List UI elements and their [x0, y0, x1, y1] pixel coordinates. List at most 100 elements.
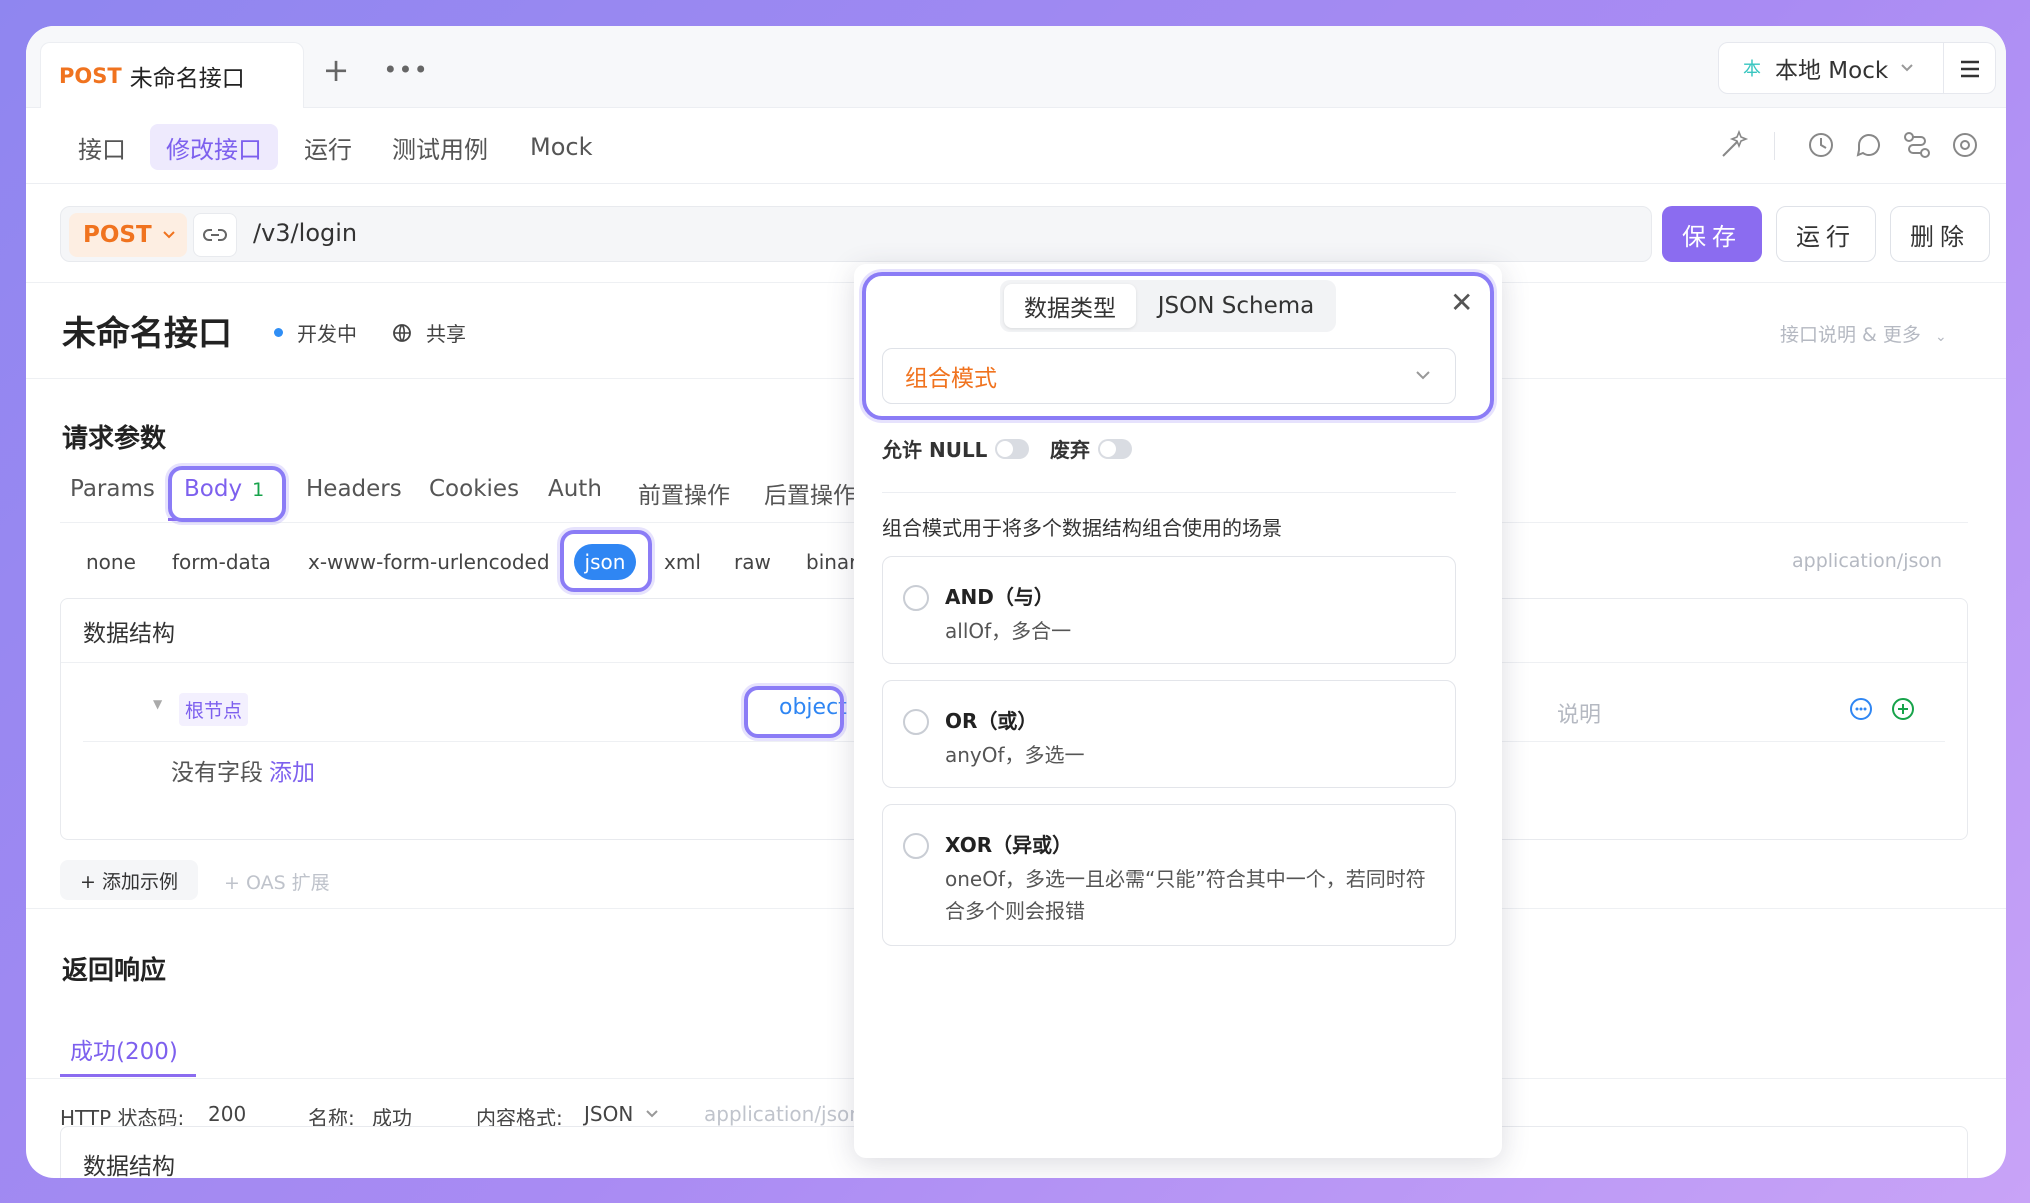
- deprecated-toggle[interactable]: 废弃: [1050, 434, 1132, 463]
- ctype-form-data[interactable]: form-data: [172, 550, 271, 574]
- api-more-link[interactable]: 接口说明 & 更多 ⌄: [1780, 320, 1947, 347]
- link-icon: [203, 229, 227, 241]
- root-node-label[interactable]: 根节点: [179, 693, 249, 726]
- tab-success-200[interactable]: 成功(200): [70, 1032, 178, 1066]
- no-field-text: 没有字段: [171, 760, 263, 786]
- chevron-down-icon: [646, 1110, 659, 1118]
- tab-post-ops[interactable]: 后置操作: [764, 476, 856, 510]
- tab-title: 未命名接口: [129, 65, 245, 92]
- settings-icon[interactable]: [1948, 128, 1982, 162]
- content-type-hint: application/json: [1792, 550, 1943, 572]
- http-status-value[interactable]: 200: [208, 1102, 246, 1126]
- highlight-body-tab: [168, 466, 286, 522]
- menu-button[interactable]: [1944, 42, 1996, 94]
- divider: [882, 492, 1456, 493]
- env-prefix: 本: [1743, 59, 1761, 80]
- plus-icon[interactable]: +: [314, 48, 358, 92]
- add-circle-icon[interactable]: [1891, 697, 1915, 721]
- globe-icon: [393, 323, 411, 342]
- share-label: 共享: [426, 322, 466, 346]
- tab-pre-ops[interactable]: 前置操作: [638, 476, 730, 510]
- ctype-xml[interactable]: xml: [664, 550, 701, 574]
- double-chevron-down-icon: ⌄: [1934, 329, 1947, 345]
- menu-icon: [1961, 60, 1979, 78]
- format-select[interactable]: JSON: [584, 1102, 659, 1126]
- tab-bar: POST 未命名接口 + ••• 本 本地 Mock: [26, 26, 2006, 108]
- tab-headers[interactable]: Headers: [306, 476, 402, 502]
- ctype-none[interactable]: none: [86, 550, 136, 574]
- oas-extension-button[interactable]: + OAS 扩展: [224, 868, 330, 895]
- api-title[interactable]: 未命名接口: [62, 306, 232, 355]
- sub-nav: 接口 修改接口 运行 测试用例 Mock: [26, 108, 2006, 184]
- ctype-raw[interactable]: raw: [734, 550, 771, 574]
- option-xor[interactable]: XOR（异或） oneOf，多选一且必需“只能”符合其中一个，若同时符合多个则会…: [882, 804, 1456, 946]
- add-example-button[interactable]: + 添加示例: [60, 860, 198, 900]
- highlight-object: [744, 686, 844, 738]
- toggle-switch[interactable]: [995, 438, 1030, 459]
- share-flow-icon[interactable]: [1900, 128, 1934, 162]
- option-and-title: AND（与）: [945, 585, 1054, 609]
- app-window: POST 未命名接口 + ••• 本 本地 Mock 接口 修改接口 运行 测试…: [26, 26, 2006, 1178]
- option-and-sub: allOf，多合一: [945, 619, 1072, 643]
- more-options-icon[interactable]: [1849, 697, 1873, 721]
- response-title: 返回响应: [62, 956, 167, 986]
- radio-and[interactable]: [903, 585, 929, 611]
- option-or-title: OR（或）: [945, 709, 1038, 733]
- option-xor-sub: oneOf，多选一且必需“只能”符合其中一个，若同时符合多个则会报错: [945, 867, 1426, 923]
- empty-fields: 没有字段 添加: [171, 753, 315, 787]
- delete-button[interactable]: 删除: [1890, 206, 1990, 262]
- chevron-down-icon: [1901, 64, 1913, 72]
- toggle-switch[interactable]: [1098, 438, 1132, 459]
- magic-wand-icon[interactable]: [1716, 128, 1750, 162]
- response-ds-title: 数据结构: [83, 1154, 175, 1178]
- share-button[interactable]: 共享: [392, 318, 466, 347]
- env-selector[interactable]: 本 本地 Mock: [1718, 42, 1944, 94]
- format-hint: application/json: [704, 1102, 862, 1126]
- tab-cookies[interactable]: Cookies: [429, 476, 519, 502]
- subnav-edit-api[interactable]: 修改接口: [150, 124, 278, 170]
- caret-down-icon[interactable]: ▼: [153, 697, 162, 711]
- description-field[interactable]: 说明: [1557, 697, 1601, 729]
- status-label: 开发中: [297, 322, 357, 346]
- url-bar: POST /v3/login: [60, 206, 1652, 262]
- url-path-input[interactable]: /v3/login: [253, 219, 357, 247]
- api-more-label: 接口说明 & 更多: [1780, 324, 1921, 346]
- ctype-urlencoded[interactable]: x-www-form-urlencoded: [308, 550, 550, 574]
- tab-auth[interactable]: Auth: [548, 476, 602, 502]
- highlight-json: [560, 530, 652, 592]
- deprecated-label: 废弃: [1050, 438, 1090, 462]
- add-field-link[interactable]: 添加: [269, 760, 315, 786]
- option-or[interactable]: OR（或） anyOf，多选一: [882, 680, 1456, 788]
- method-select[interactable]: POST: [69, 213, 187, 257]
- ctype-binary[interactable]: binar: [806, 550, 857, 574]
- link-button[interactable]: [193, 213, 237, 257]
- radio-xor[interactable]: [903, 833, 929, 859]
- status-dot: [274, 328, 283, 337]
- subnav-run[interactable]: 运行: [304, 124, 352, 170]
- subnav-mock[interactable]: Mock: [530, 124, 592, 170]
- tab-params[interactable]: Params: [70, 476, 155, 502]
- highlight-popover-header: [862, 272, 1494, 420]
- subnav-api[interactable]: 接口: [78, 124, 126, 170]
- request-params-title: 请求参数: [62, 424, 167, 454]
- option-and[interactable]: AND（与） allOf，多合一: [882, 556, 1456, 664]
- history-icon[interactable]: [1804, 128, 1838, 162]
- save-button[interactable]: 保存: [1662, 206, 1762, 262]
- option-xor-title: XOR（异或）: [945, 833, 1073, 857]
- radio-or[interactable]: [903, 709, 929, 735]
- env-label: 本地 Mock: [1775, 58, 1889, 84]
- response-tab-indicator: [60, 1074, 196, 1077]
- allow-null-toggle[interactable]: 允许 NULL: [882, 434, 1030, 463]
- run-button[interactable]: 运行: [1776, 206, 1876, 262]
- tab-untitled-api[interactable]: POST 未命名接口: [40, 42, 304, 108]
- allow-null-label: 允许 NULL: [882, 438, 988, 462]
- api-status[interactable]: 开发中: [274, 318, 357, 347]
- format-value: JSON: [584, 1102, 634, 1126]
- more-horizontal-icon[interactable]: •••: [383, 48, 428, 92]
- comment-icon[interactable]: [1852, 128, 1886, 162]
- tab-method: POST: [59, 63, 122, 88]
- option-or-sub: anyOf，多选一: [945, 743, 1085, 767]
- subnav-test-cases[interactable]: 测试用例: [392, 124, 488, 170]
- method-value: POST: [83, 222, 152, 248]
- chevron-down-icon: [162, 231, 175, 239]
